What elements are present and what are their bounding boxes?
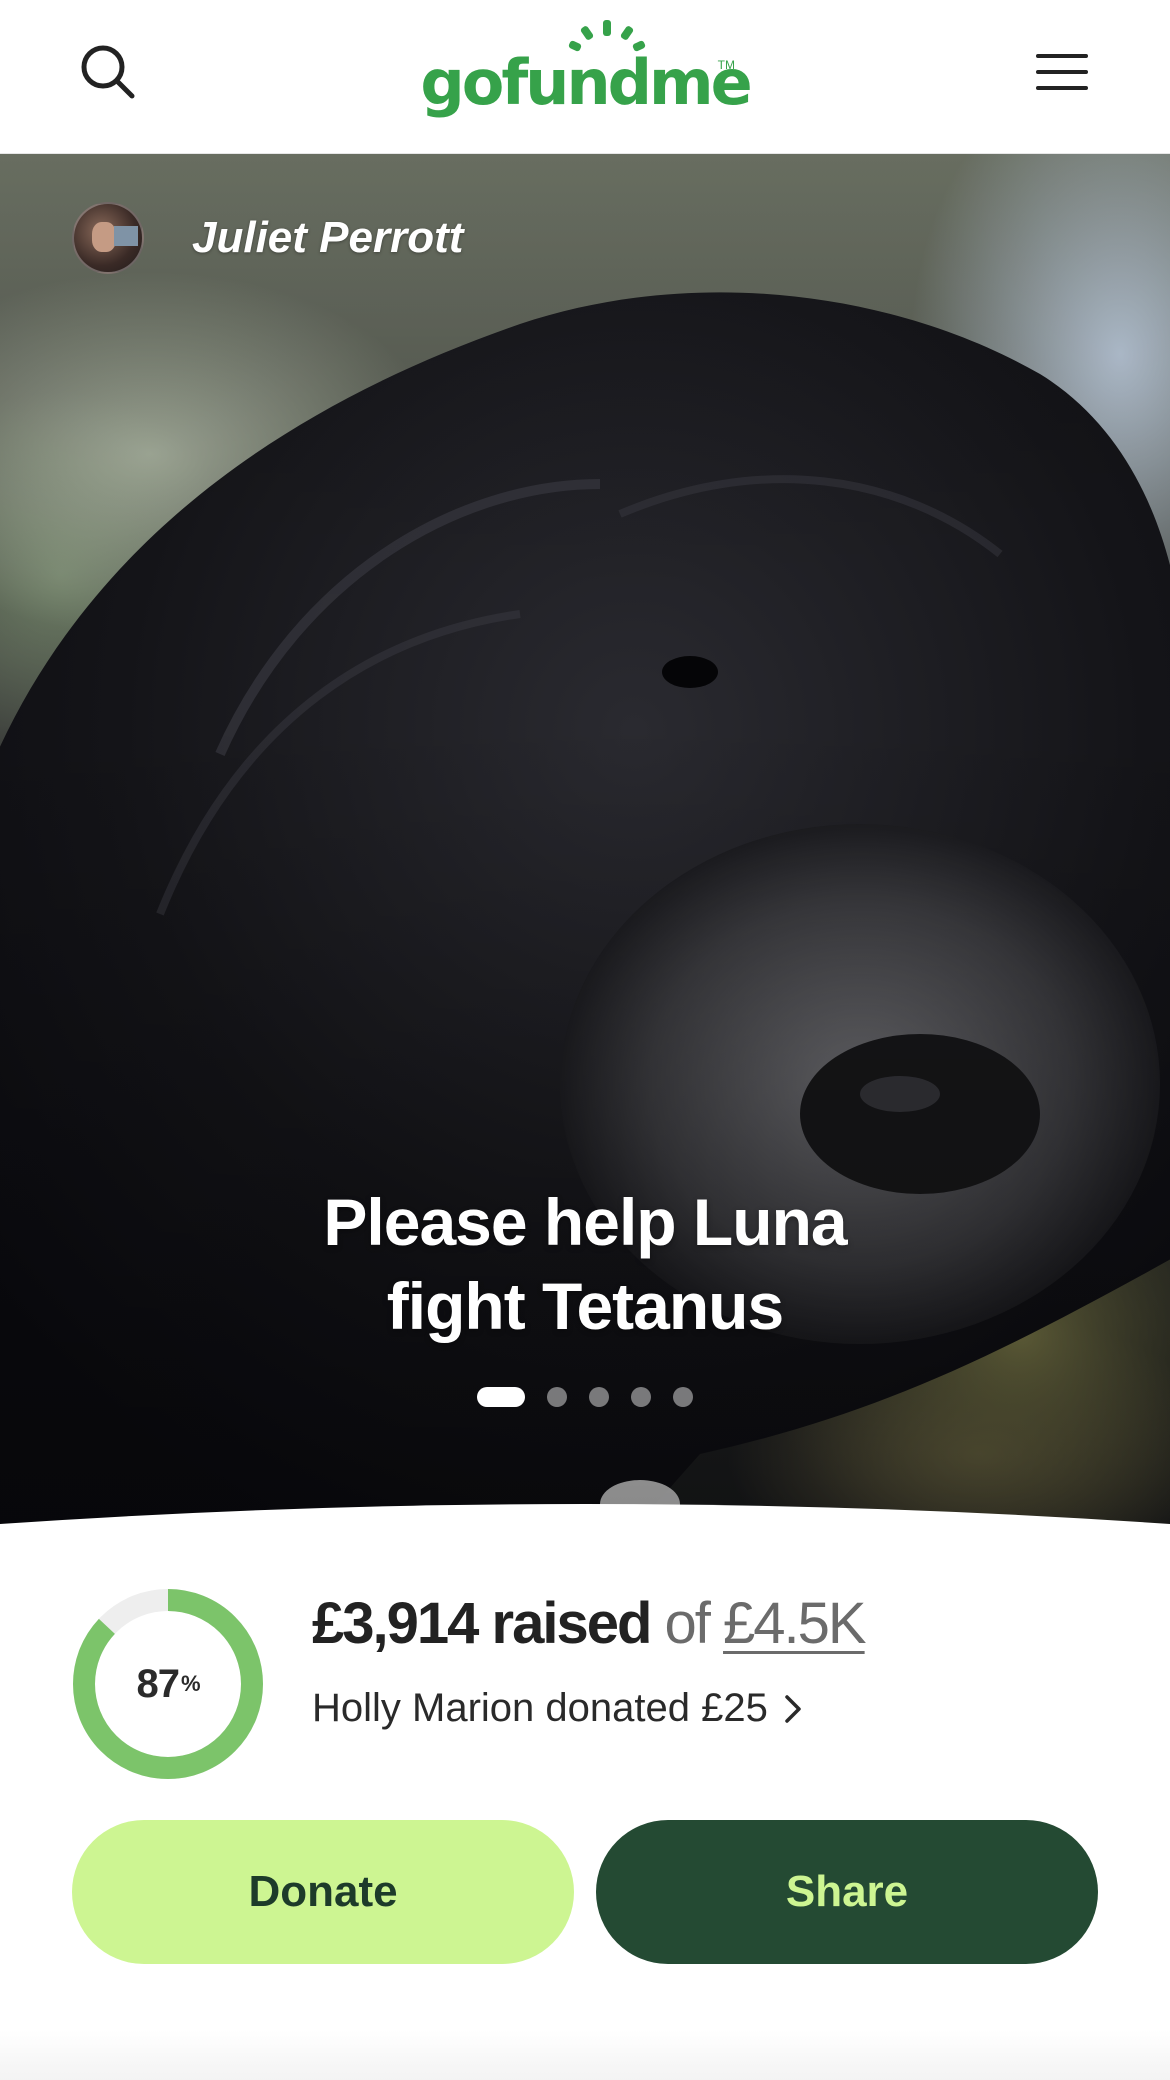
- recent-donation-text: Holly Marion donated £25: [312, 1686, 768, 1730]
- share-button[interactable]: Share: [596, 1820, 1098, 1964]
- fundraiser-title: Please help Luna fight Tetanus: [0, 1180, 1170, 1348]
- carousel-indicators: [0, 1387, 1170, 1407]
- raised-amount: £3,914 raised: [312, 1591, 652, 1656]
- donate-button[interactable]: Donate: [72, 1820, 574, 1964]
- gofundme-logo[interactable]: gofundme TM: [415, 18, 755, 128]
- progress-percent-symbol: %: [180, 1671, 201, 1696]
- carousel-dot[interactable]: [589, 1387, 609, 1407]
- logo-trademark: TM: [717, 58, 735, 72]
- carousel-dot[interactable]: [477, 1387, 525, 1407]
- organizer-avatar: [72, 202, 144, 274]
- top-header: gofundme TM: [0, 0, 1170, 154]
- search-icon: [81, 45, 135, 99]
- bottom-edge: [0, 2030, 1170, 2080]
- hamburger-menu-icon: [1036, 54, 1088, 90]
- organizer-name: Juliet Perrott: [192, 213, 464, 262]
- search-button[interactable]: [72, 36, 144, 108]
- title-line-1: Please help Luna: [323, 1185, 847, 1259]
- progress-percent: 87%: [72, 1588, 264, 1780]
- chevron-right-icon: [785, 1694, 801, 1723]
- organizer[interactable]: Juliet Perrott: [72, 202, 463, 274]
- progress-percent-value: 87: [136, 1661, 179, 1706]
- raised-of: of: [664, 1591, 711, 1656]
- carousel-dot[interactable]: [547, 1387, 567, 1407]
- hero-image-carousel[interactable]: Juliet Perrott Please help Luna fight Te…: [0, 154, 1170, 1544]
- raised-summary: £3,914 raised of £4.5K: [312, 1590, 867, 1657]
- recent-donation-link[interactable]: Holly Marion donated £25: [312, 1686, 802, 1731]
- carousel-dot[interactable]: [673, 1387, 693, 1407]
- progress-ring: 87%: [72, 1588, 264, 1780]
- hero-curve-divider: [0, 1504, 1170, 1554]
- logo-sun-icon: [568, 20, 646, 52]
- menu-button[interactable]: [1026, 36, 1098, 108]
- carousel-dot[interactable]: [631, 1387, 651, 1407]
- logo-wordmark: gofundme: [420, 46, 752, 119]
- title-line-2: fight Tetanus: [386, 1269, 784, 1343]
- goal-amount-link[interactable]: £4.5K: [723, 1591, 867, 1656]
